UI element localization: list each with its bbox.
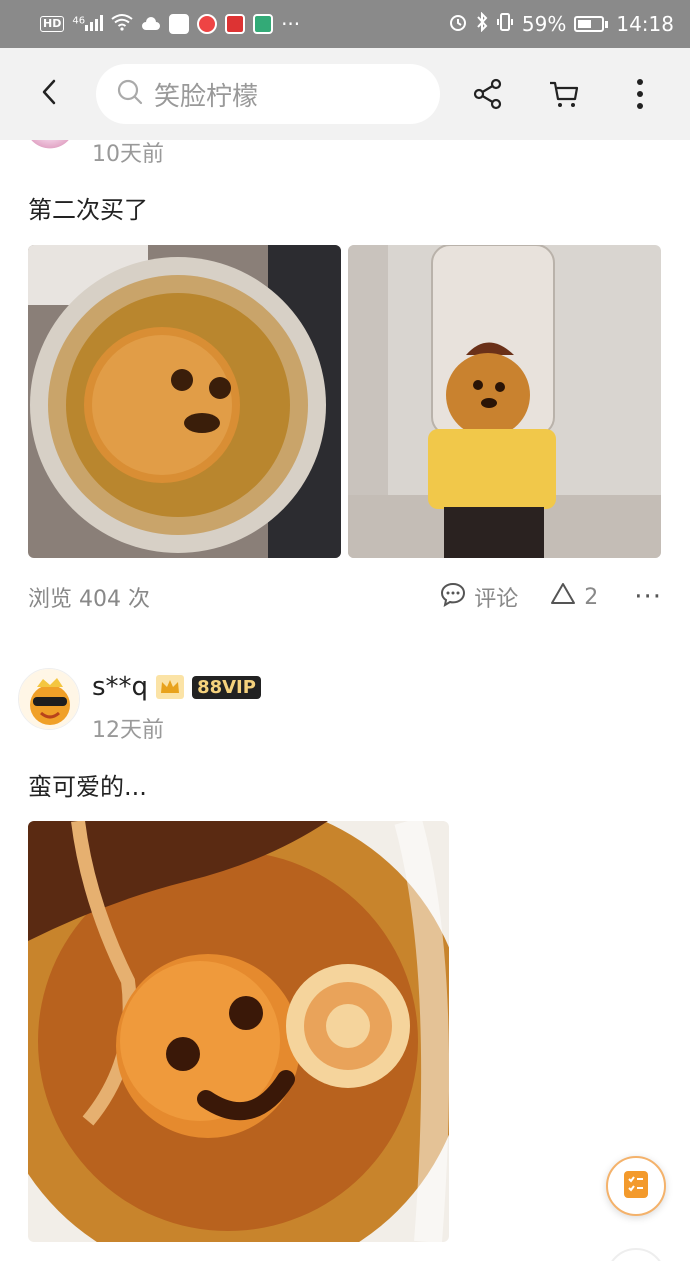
checklist-icon	[621, 1168, 651, 1204]
more-icon[interactable]: ···	[634, 582, 662, 612]
avatar[interactable]	[18, 668, 80, 730]
cloud-icon	[141, 12, 161, 36]
crown-icon	[156, 675, 185, 699]
search-icon	[116, 78, 144, 110]
review-photo[interactable]	[28, 821, 449, 1242]
app-notification-icon	[225, 14, 246, 34]
review-feed: 10天前 第二次买了 浏览 404 次 评论 2 ··· s**q 88VIP …	[0, 140, 690, 1261]
floating-button-partial[interactable]	[606, 1248, 666, 1261]
comment-icon	[440, 581, 466, 613]
username[interactable]: s**q	[92, 672, 148, 702]
app-notification-icon	[169, 14, 190, 34]
review-text: 第二次买了	[28, 196, 148, 224]
like-button[interactable]: 2	[550, 581, 598, 613]
like-count: 2	[584, 584, 599, 610]
app-notification-icon	[197, 14, 218, 34]
search-input[interactable]: 笑脸柠檬	[96, 64, 440, 124]
review-text: 蛮可爱的...	[28, 773, 147, 801]
status-bar: HD 46 ··· 59% 14:18	[0, 0, 690, 48]
review-photo[interactable]	[28, 245, 341, 558]
top-bar: 笑脸柠檬	[0, 48, 690, 140]
back-icon[interactable]	[36, 78, 64, 106]
app-notification-icon	[253, 14, 274, 34]
floating-action-button[interactable]	[606, 1156, 666, 1216]
battery-percent: 59%	[521, 12, 567, 36]
vip-badge: 88VIP	[192, 675, 261, 699]
wifi-icon	[111, 12, 133, 36]
avatar[interactable]	[20, 140, 80, 152]
username-row: s**q 88VIP	[92, 672, 261, 702]
like-icon	[550, 581, 576, 613]
review-time: 12天前	[92, 718, 164, 743]
vibrate-icon	[496, 12, 514, 37]
bluetooth-icon	[476, 11, 488, 37]
network-type: 46	[72, 15, 86, 27]
review-stats: 浏览 404 次 评论 2 ···	[28, 577, 662, 617]
search-placeholder: 笑脸柠檬	[154, 81, 259, 112]
more-notifications: ···	[281, 12, 301, 36]
more-vertical-icon[interactable]	[624, 78, 656, 110]
hd-indicator: HD	[40, 16, 65, 32]
alarm-icon	[448, 12, 468, 37]
comment-label: 评论	[474, 587, 519, 612]
clock: 14:18	[616, 12, 674, 36]
battery-icon	[574, 16, 609, 32]
cart-icon[interactable]	[548, 78, 580, 110]
review-time: 10天前	[92, 142, 164, 167]
signal-icon: 46	[72, 12, 104, 36]
comment-button[interactable]: 评论	[440, 581, 518, 613]
review-photo[interactable]	[348, 245, 661, 558]
view-count: 浏览 404 次	[28, 587, 150, 612]
share-icon[interactable]	[472, 78, 504, 110]
